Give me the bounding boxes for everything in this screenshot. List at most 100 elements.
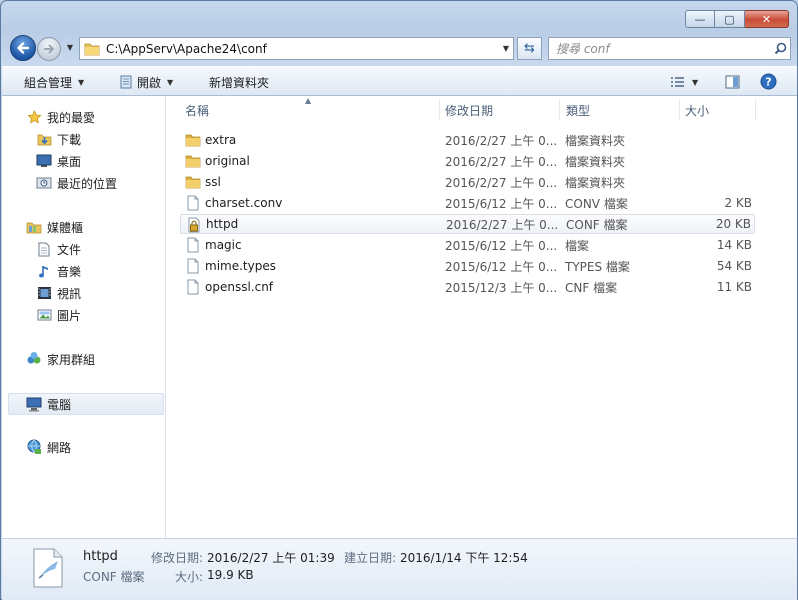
help-icon: ?	[760, 73, 777, 89]
column-header-name[interactable]: 名稱	[185, 102, 209, 119]
video-icon	[36, 285, 52, 301]
details-created-value: 2016/1/14 下午 12:54	[400, 551, 528, 565]
sidebar-item-label: 家用群組	[47, 352, 96, 367]
file-type: TYPES 檔案	[565, 259, 630, 274]
file-row-original[interactable]: original 2016/2/27 上午 0... 檔案資料夾	[180, 151, 755, 171]
details-modified-label: 修改日期:	[151, 551, 204, 565]
sidebar-item-label: 桌面	[57, 154, 82, 169]
file-type: 檔案資料夾	[565, 133, 626, 148]
folder-icon	[185, 132, 201, 148]
column-header-size[interactable]: 大小	[685, 102, 709, 119]
file-name: mime.types	[205, 259, 276, 273]
file-type: CONF 檔案	[566, 217, 628, 232]
file-type: 檔案	[565, 238, 590, 253]
search-icon[interactable]	[770, 42, 790, 55]
new-folder-label: 新增資料夾	[209, 75, 270, 90]
svg-text:?: ?	[765, 75, 771, 88]
details-file-name: httpd	[83, 549, 118, 564]
chevron-down-icon: ▼	[167, 77, 174, 87]
content-area: 我的最愛 下載 桌面 最近的位置 媒體櫃 文件 音樂 視訊 圖片 家用群組 電腦…	[2, 96, 797, 538]
minimize-button[interactable]: —	[685, 10, 715, 28]
file-type: 檔案資料夾	[565, 154, 626, 169]
file-size: 20 KB	[715, 217, 751, 231]
refresh-icon: ⇆	[524, 41, 535, 56]
file-row-charset-conv[interactable]: charset.conv 2015/6/12 上午 0... CONV 檔案 2 KB	[180, 193, 755, 213]
file-row-magic[interactable]: magic 2015/6/12 上午 0... 檔案 14 KB	[180, 235, 755, 255]
chevron-down-icon: ▼	[502, 44, 510, 53]
sidebar-item-label: 圖片	[57, 308, 82, 323]
back-button[interactable]	[10, 35, 36, 61]
sidebar-item-libraries[interactable]: 媒體櫃	[26, 217, 189, 237]
file-modified: 2016/2/27 上午 0...	[445, 154, 558, 169]
recent-pages-dropdown[interactable]: ▼	[64, 43, 76, 53]
navigation-bar: ▼ C:\AppServ\Apache24\conf ▼ ⇆	[1, 35, 798, 61]
column-divider[interactable]	[439, 100, 440, 120]
maximize-button[interactable]: ▢	[715, 10, 745, 28]
file-row-extra[interactable]: extra 2016/2/27 上午 0... 檔案資料夾	[180, 130, 755, 150]
file-name: original	[205, 154, 250, 168]
sidebar-item-network[interactable]: 網路	[26, 437, 189, 457]
column-divider[interactable]	[679, 100, 680, 120]
locked-file-icon	[186, 217, 202, 233]
chevron-down-icon: ▼	[66, 43, 74, 52]
help-button[interactable]: ?	[760, 73, 777, 89]
address-dropdown[interactable]: ▼	[499, 44, 513, 53]
forward-button[interactable]	[37, 37, 61, 61]
recent-places-icon	[36, 175, 52, 191]
file-row-mime-types[interactable]: mime.types 2015/6/12 上午 0... TYPES 檔案 54 KB	[180, 256, 755, 276]
sidebar-item-label: 網路	[47, 440, 72, 455]
file-name: openssl.cnf	[205, 280, 274, 294]
file-modified: 2016/2/27 上午 0...	[445, 175, 558, 190]
close-button[interactable]: ✕	[745, 10, 789, 28]
file-row-httpd[interactable]: httpd 2016/2/27 上午 0... CONF 檔案 20 KB	[180, 214, 755, 234]
refresh-button[interactable]: ⇆	[517, 37, 542, 60]
folder-icon	[185, 174, 201, 190]
address-bar[interactable]: C:\AppServ\Apache24\conf ▼	[79, 37, 514, 60]
file-modified: 2015/6/12 上午 0...	[445, 238, 558, 253]
view-options-button[interactable]: ▼	[670, 74, 698, 90]
libraries-icon	[26, 219, 42, 235]
explorer-window: — ▢ ✕ ▼ C:\AppServ\Apache24\conf ▼ ⇆ 組合管…	[0, 0, 798, 600]
details-pane: httpd CONF 檔案 修改日期: 2016/2/27 上午 01:39 建…	[2, 538, 797, 600]
file-preview-icon	[30, 547, 66, 589]
preview-pane-button[interactable]	[725, 74, 740, 90]
organize-button[interactable]: 組合管理 ▼	[24, 74, 84, 90]
column-divider[interactable]	[755, 100, 756, 120]
file-row-openssl-cnf[interactable]: openssl.cnf 2015/12/3 上午 0... CNF 檔案 11 KB	[180, 277, 755, 297]
file-modified: 2015/12/3 上午 0...	[445, 280, 558, 295]
address-path: C:\AppServ\Apache24\conf	[106, 41, 267, 56]
file-icon	[185, 195, 201, 211]
desktop-icon	[36, 153, 52, 169]
file-row-ssl[interactable]: ssl 2016/2/27 上午 0... 檔案資料夾	[180, 172, 755, 192]
sidebar-item-favorites[interactable]: 我的最愛	[26, 107, 189, 127]
search-box	[548, 37, 791, 60]
open-button[interactable]: 開啟 ▼	[119, 74, 173, 90]
file-name: ssl	[205, 175, 221, 189]
file-icon	[185, 237, 201, 253]
file-list-pane: ▲ 名稱 修改日期 類型 大小 extra 2016/2/27 上午 0... 檔案…	[166, 96, 797, 538]
file-icon	[185, 258, 201, 274]
details-modified-value: 2016/2/27 上午 01:39	[207, 551, 335, 565]
sidebar-item-homegroup[interactable]: 家用群組	[26, 349, 189, 369]
details-size-label: 大小:	[175, 570, 204, 584]
caption-buttons: — ▢ ✕	[685, 10, 789, 28]
new-folder-button[interactable]: 新增資料夾	[209, 74, 269, 90]
sidebar-item-label: 視訊	[57, 286, 82, 301]
column-divider[interactable]	[559, 100, 560, 120]
command-toolbar: 組合管理 ▼ 開啟 ▼ 新增資料夾 ▼ ?	[2, 66, 797, 96]
sidebar-item-label: 媒體櫃	[47, 220, 84, 235]
file-name: charset.conv	[205, 196, 283, 210]
search-input[interactable]	[549, 40, 770, 57]
sidebar-item-label: 最近的位置	[57, 176, 118, 191]
sidebar-item-computer[interactable]: 電腦	[8, 393, 164, 415]
view-list-icon	[671, 77, 684, 87]
sidebar-item-label: 我的最愛	[47, 110, 96, 125]
column-header-type[interactable]: 類型	[566, 102, 590, 119]
sidebar-item-label: 文件	[57, 242, 82, 257]
download-folder-icon	[36, 131, 52, 147]
column-header-modified[interactable]: 修改日期	[445, 102, 493, 119]
file-type: 檔案資料夾	[565, 175, 626, 190]
maximize-icon: ▢	[724, 12, 735, 26]
chevron-down-icon: ▼	[78, 77, 85, 87]
forward-arrow-icon	[44, 44, 54, 54]
